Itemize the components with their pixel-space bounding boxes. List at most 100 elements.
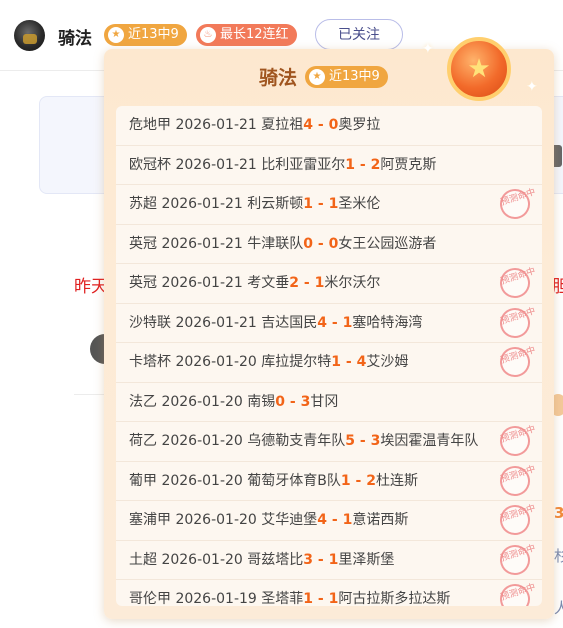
match-date: 2026-01-21 bbox=[161, 275, 243, 291]
match-row[interactable]: 哥伦甲 2026-01-19 圣塔菲1 - 1阿古拉斯多拉达斯 预测命中 bbox=[116, 580, 542, 606]
prediction-hit-stamp: 预测命中 bbox=[496, 501, 537, 539]
match-home-team: 南锡 bbox=[247, 393, 276, 410]
background-text-2: 人 bbox=[554, 599, 563, 617]
avatar[interactable] bbox=[14, 20, 45, 51]
match-row[interactable]: 塞浦甲 2026-01-20 艾华迪堡4 - 1意诺西斯 预测命中 bbox=[116, 501, 542, 541]
prediction-hit-stamp: 预测命中 bbox=[496, 185, 537, 223]
match-league: 危地甲 bbox=[129, 117, 171, 133]
username[interactable]: 骑法 bbox=[58, 24, 92, 49]
match-away-team: 塞哈特海湾 bbox=[352, 314, 423, 331]
sparkle-icon: ✦ bbox=[422, 41, 434, 57]
match-away-team: 甘冈 bbox=[310, 393, 339, 410]
match-score-separator: - bbox=[313, 117, 329, 133]
prediction-hit-stamp: 预测命中 bbox=[496, 303, 537, 342]
match-league: 荷乙 bbox=[129, 433, 157, 449]
match-row[interactable]: 葡甲 2026-01-20 葡萄牙体育B队1 - 2杜连斯 预测命中 bbox=[116, 461, 542, 501]
match-home-team: 吉达国民 bbox=[261, 314, 318, 331]
match-home-score: 4 bbox=[303, 117, 314, 133]
match-row[interactable]: 卡塔杯 2026-01-20 库拉提尔特1 - 4艾沙姆 预测命中 bbox=[116, 343, 542, 383]
match-away-team: 女王公园巡游者 bbox=[338, 235, 437, 252]
match-home-team: 考文垂 bbox=[247, 275, 290, 291]
match-row[interactable]: 危地甲 2026-01-21 夏拉祖4 - 0奥罗拉 bbox=[116, 106, 542, 146]
match-away-score: 1 bbox=[342, 314, 353, 331]
match-date: 2026-01-20 bbox=[161, 551, 243, 568]
match-row[interactable]: 英冠 2026-01-21 考文垂2 - 1米尔沃尔 预测命中 bbox=[116, 264, 542, 304]
match-league: 法乙 bbox=[129, 393, 157, 410]
sparkle-icon: ✦ bbox=[526, 79, 538, 95]
match-league: 英冠 bbox=[129, 235, 157, 252]
match-away-team: 圣米伦 bbox=[338, 196, 381, 212]
popover-username: 骑法 bbox=[259, 67, 298, 89]
match-date: 2026-01-20 bbox=[161, 433, 243, 449]
match-score-separator: - bbox=[285, 393, 301, 410]
match-home-score: 5 bbox=[345, 433, 356, 449]
match-score-separator: - bbox=[313, 235, 329, 252]
match-score-separator: - bbox=[327, 314, 343, 331]
prediction-hit-stamp: 预测命中 bbox=[496, 461, 537, 500]
match-row[interactable]: 欧冠杯 2026-01-21 比利亚雷亚尔1 - 2阿贾克斯 bbox=[116, 146, 542, 185]
match-away-team: 杜连斯 bbox=[375, 472, 418, 489]
match-row[interactable]: 苏超 2026-01-21 利云斯顿1 - 1圣米伦 预测命中 bbox=[116, 185, 542, 225]
match-date: 2026-01-21 bbox=[161, 235, 243, 252]
background-red-text: 昨天 bbox=[74, 277, 108, 297]
match-home-score: 1 bbox=[340, 472, 351, 489]
longest-badge-label: 最长12连红 bbox=[220, 27, 289, 42]
match-date: 2026-01-20 bbox=[175, 354, 257, 370]
flame-icon: ♨ bbox=[200, 27, 216, 43]
star-icon: ★ bbox=[309, 69, 325, 85]
star-icon: ★ bbox=[108, 27, 124, 43]
match-league: 沙特联 bbox=[129, 314, 171, 331]
match-away-team: 阿贾克斯 bbox=[380, 156, 437, 173]
match-home-score: 4 bbox=[317, 314, 328, 331]
match-date: 2026-01-20 bbox=[161, 393, 243, 410]
prediction-hit-stamp: 预测命中 bbox=[496, 264, 537, 302]
match-score-separator: - bbox=[355, 433, 371, 449]
match-row[interactable]: 法乙 2026-01-20 南锡0 - 3甘冈 bbox=[116, 383, 542, 422]
match-away-score: 3 bbox=[370, 433, 381, 449]
match-score-separator: - bbox=[313, 591, 329, 606]
match-score-separator: - bbox=[327, 512, 343, 528]
prediction-hit-stamp: 预测命中 bbox=[496, 422, 537, 460]
match-home-score: 1 bbox=[303, 591, 314, 606]
match-away-score: 2 bbox=[366, 472, 376, 489]
match-away-score: 1 bbox=[342, 512, 353, 528]
match-home-team: 艾华迪堡 bbox=[261, 512, 318, 528]
match-date: 2026-01-21 bbox=[175, 117, 257, 133]
match-row[interactable]: 英冠 2026-01-21 牛津联队0 - 0女王公园巡游者 bbox=[116, 225, 542, 264]
match-row[interactable]: 土超 2026-01-20 哥兹塔比3 - 1里泽斯堡 预测命中 bbox=[116, 540, 542, 580]
match-home-team: 牛津联队 bbox=[247, 235, 304, 252]
match-date: 2026-01-21 bbox=[175, 156, 257, 173]
match-date: 2026-01-19 bbox=[175, 591, 257, 606]
match-date: 2026-01-21 bbox=[161, 196, 243, 212]
match-row[interactable]: 沙特联 2026-01-21 吉达国民4 - 1塞哈特海湾 预测命中 bbox=[116, 303, 542, 343]
popover-header: 骑法 ★ 近13中9 ✦ ★ ✦ bbox=[104, 37, 554, 105]
match-home-team: 哥兹塔比 bbox=[247, 551, 304, 568]
match-away-score: 1 bbox=[314, 275, 325, 291]
match-away-team: 意诺西斯 bbox=[352, 512, 409, 528]
medal-icon: ★ bbox=[447, 37, 511, 101]
match-away-team: 阿古拉斯多拉达斯 bbox=[338, 591, 451, 606]
match-league: 塞浦甲 bbox=[129, 512, 171, 528]
match-away-score: 0 bbox=[328, 235, 339, 252]
match-home-team: 夏拉祖 bbox=[261, 117, 304, 133]
longest-streak-badge[interactable]: ♨ 最长12连红 bbox=[196, 24, 297, 46]
match-home-score: 1 bbox=[345, 156, 356, 173]
match-away-team: 奥罗拉 bbox=[338, 117, 381, 133]
match-date: 2026-01-20 bbox=[161, 472, 243, 489]
match-league: 英冠 bbox=[129, 275, 157, 291]
match-home-team: 比利亚雷亚尔 bbox=[261, 156, 346, 173]
match-date: 2026-01-21 bbox=[175, 314, 257, 331]
match-home-score: 3 bbox=[303, 551, 314, 568]
match-home-score: 1 bbox=[303, 196, 314, 212]
match-score-separator: - bbox=[313, 551, 329, 568]
match-away-score: 3 bbox=[300, 393, 311, 410]
match-away-score: 1 bbox=[328, 551, 339, 568]
prediction-record-popover: 骑法 ★ 近13中9 ✦ ★ ✦ 危地甲 2026-01-21 夏拉祖4 - 0奥… bbox=[104, 37, 554, 619]
match-date: 2026-01-20 bbox=[175, 512, 257, 528]
follow-button[interactable]: 已关注 bbox=[315, 19, 403, 50]
match-league: 哥伦甲 bbox=[129, 591, 171, 606]
background-number: 3 bbox=[554, 504, 563, 522]
match-away-score: 2 bbox=[370, 156, 381, 173]
match-row[interactable]: 荷乙 2026-01-20 乌德勒支青年队5 - 3埃因霍温青年队 预测命中 bbox=[116, 422, 542, 462]
streak-badge[interactable]: ★ 近13中9 bbox=[104, 24, 187, 46]
